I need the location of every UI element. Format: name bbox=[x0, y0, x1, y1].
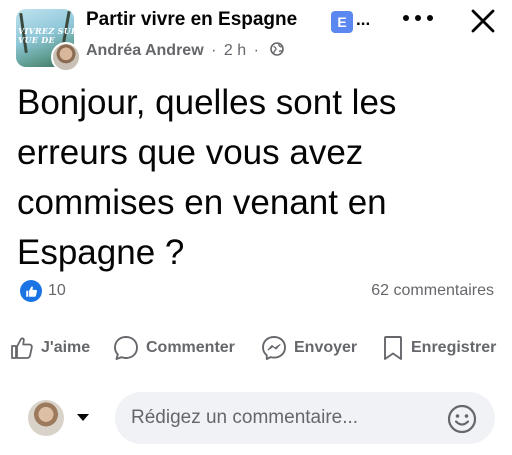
send-button-label: Envoyer bbox=[294, 339, 358, 356]
current-user-avatar[interactable] bbox=[28, 400, 64, 436]
comment-input[interactable] bbox=[115, 392, 495, 444]
chevron-down-icon[interactable] bbox=[76, 412, 90, 422]
like-button-label: J'aime bbox=[41, 339, 91, 356]
globe-icon bbox=[270, 42, 285, 56]
save-button[interactable]: Enregistrer bbox=[381, 330, 496, 366]
group-badge: E bbox=[331, 11, 353, 33]
like-button[interactable]: J'aime bbox=[9, 330, 90, 366]
post-header: VIVREZ SUR LE VUE DE Partir vivre en Esp… bbox=[0, 0, 512, 72]
post-action-bar: J'aime Commenter Envoyer Enregistrer bbox=[0, 330, 512, 366]
author-avatar[interactable] bbox=[51, 42, 81, 72]
comment-button-label: Commenter bbox=[146, 339, 235, 356]
more-options-icon[interactable] bbox=[398, 6, 438, 30]
reactions-summary[interactable]: 10 bbox=[20, 279, 66, 303]
meta-separator: · bbox=[253, 42, 259, 59]
like-icon bbox=[20, 280, 42, 302]
comment-count-link[interactable]: 62 commentaires bbox=[371, 282, 494, 300]
group-name-link[interactable]: Partir vivre en Espagne bbox=[86, 9, 297, 31]
thumbs-up-icon bbox=[11, 337, 33, 359]
post-time[interactable]: 2 h bbox=[224, 42, 246, 59]
close-icon[interactable] bbox=[468, 6, 498, 36]
post-body-text: Bonjour, quelles sont les erreurs que vo… bbox=[17, 83, 397, 272]
bookmark-icon bbox=[384, 336, 402, 360]
author-name-link[interactable]: Andréa Andrew bbox=[86, 42, 204, 59]
speech-bubble-icon bbox=[114, 336, 138, 360]
messenger-icon bbox=[262, 336, 286, 360]
save-button-label: Enregistrer bbox=[411, 339, 497, 356]
reaction-count: 10 bbox=[48, 282, 66, 299]
group-name-ellipsis: ... bbox=[356, 10, 371, 29]
comment-button[interactable]: Commenter bbox=[112, 330, 235, 366]
meta-separator: · bbox=[211, 42, 217, 59]
send-button[interactable]: Envoyer bbox=[260, 330, 357, 366]
post-meta: Andréa Andrew · 2 h · bbox=[86, 42, 285, 60]
comment-composer bbox=[0, 390, 512, 448]
smiley-icon[interactable] bbox=[446, 403, 478, 435]
